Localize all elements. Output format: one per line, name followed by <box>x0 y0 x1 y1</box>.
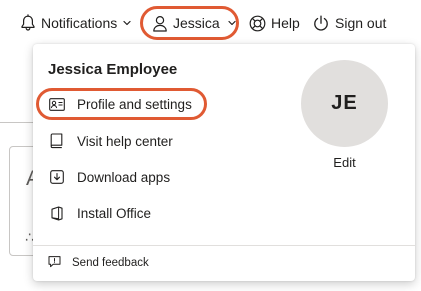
install-office-item[interactable]: Install Office <box>48 201 151 225</box>
help-center-label: Visit help center <box>77 133 173 149</box>
profile-settings-label: Profile and settings <box>77 96 192 112</box>
feedback-icon <box>48 255 61 271</box>
chevron-down-icon <box>123 20 131 26</box>
id-card-icon <box>48 97 65 111</box>
chevron-down-icon <box>228 20 236 26</box>
page-divider <box>0 122 34 123</box>
help-center-item[interactable]: Visit help center <box>48 129 173 153</box>
top-bar: Notifications Jessica Help Sign out <box>0 0 421 46</box>
book-icon <box>48 133 65 149</box>
install-office-label: Install Office <box>77 205 152 221</box>
send-feedback-label: Send feedback <box>72 257 149 269</box>
edit-avatar-link[interactable]: Edit <box>301 155 388 170</box>
notifications-label: Notifications <box>41 15 118 31</box>
help-label: Help <box>271 15 300 31</box>
sign-out-button[interactable]: Sign out <box>313 0 386 46</box>
person-icon <box>152 15 168 32</box>
bell-icon <box>20 14 36 32</box>
lifebuoy-icon <box>249 15 266 32</box>
notifications-button[interactable]: Notifications <box>20 0 131 46</box>
send-feedback-button[interactable]: Send feedback <box>48 253 149 273</box>
user-menu-button[interactable]: Jessica <box>140 6 239 40</box>
download-icon <box>48 170 65 184</box>
power-icon <box>313 15 329 32</box>
download-apps-label: Download apps <box>77 169 171 185</box>
avatar[interactable]: JE <box>301 60 388 147</box>
download-apps-item[interactable]: Download apps <box>48 165 170 189</box>
help-button[interactable]: Help <box>249 0 300 46</box>
user-full-name: Jessica Employee <box>48 61 178 78</box>
office-icon <box>48 205 65 221</box>
menu-divider <box>33 245 415 246</box>
account-dropdown: Jessica Employee Profile and settings Vi… <box>33 44 415 281</box>
user-menu-label: Jessica <box>173 15 220 31</box>
avatar-initials: JE <box>331 92 358 114</box>
profile-settings-item[interactable]: Profile and settings <box>36 88 207 120</box>
sign-out-label: Sign out <box>335 15 387 31</box>
